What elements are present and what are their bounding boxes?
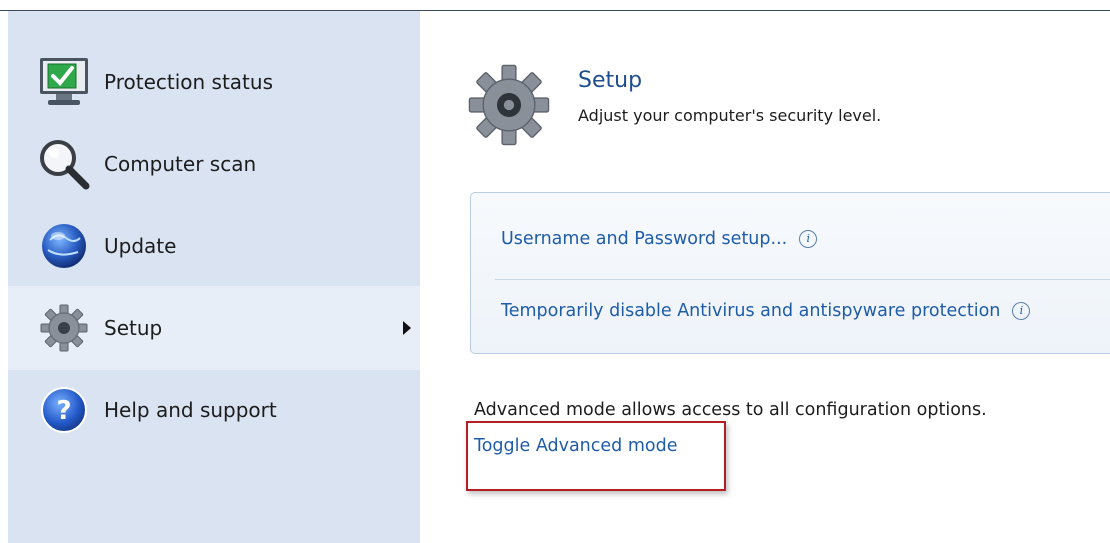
gear-icon (36, 300, 92, 356)
sidebar-item-label: Update (104, 234, 177, 258)
monitor-check-icon (36, 54, 92, 110)
sidebar-item-label: Computer scan (104, 152, 257, 176)
sidebar-item-help-and-support[interactable]: ? Help and support (8, 368, 420, 452)
help-icon: ? (36, 382, 92, 438)
disable-protection-link[interactable]: Temporarily disable Antivirus and antisp… (501, 301, 1031, 321)
sidebar-item-protection-status[interactable]: Protection status (8, 40, 420, 124)
highlight-annotation (466, 421, 726, 491)
username-password-setup-link[interactable]: Username and Password setup... i (501, 229, 818, 249)
gear-icon (466, 62, 552, 148)
page-subtitle: Adjust your computer's security level. (578, 106, 882, 125)
page-title: Setup (578, 68, 643, 93)
sidebar-item-label: Protection status (104, 70, 273, 94)
option-label: Username and Password setup... (501, 229, 788, 249)
sidebar-item-computer-scan[interactable]: Computer scan (8, 122, 420, 206)
magnifier-icon (36, 136, 92, 192)
chevron-right-icon (403, 321, 411, 335)
options-panel: Username and Password setup... i Temporar… (470, 192, 1110, 354)
divider (495, 279, 1110, 280)
sidebar-item-label: Setup (104, 316, 163, 340)
sidebar-item-label: Help and support (104, 398, 277, 422)
sidebar: Protection status Computer scan Update S… (8, 11, 420, 543)
svg-text:?: ? (56, 396, 71, 426)
window-top-border (0, 0, 1110, 11)
advanced-mode-description: Advanced mode allows access to all confi… (474, 400, 987, 420)
sidebar-item-update[interactable]: Update (8, 204, 420, 288)
sidebar-item-setup[interactable]: Setup (8, 286, 420, 370)
info-icon[interactable]: i (1012, 302, 1031, 320)
info-icon[interactable]: i (799, 230, 818, 248)
option-label: Temporarily disable Antivirus and antisp… (501, 301, 1001, 321)
globe-icon (36, 218, 92, 274)
